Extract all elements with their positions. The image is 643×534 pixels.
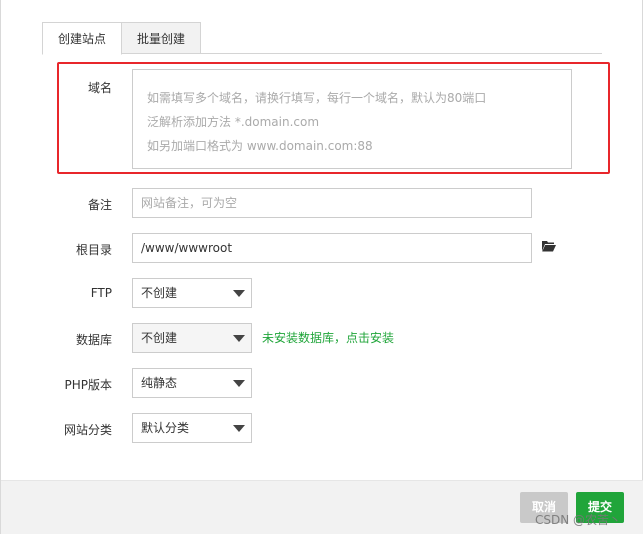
tab-batch-create[interactable]: 批量创建 bbox=[122, 22, 201, 54]
ftp-label: FTP bbox=[90, 286, 112, 300]
ftp-select[interactable]: 不创建 bbox=[132, 278, 252, 308]
chevron-down-icon bbox=[233, 380, 245, 387]
chevron-down-icon bbox=[233, 335, 245, 342]
create-site-dialog: 创建站点 批量创建 域名 如需填写多个域名，请换行填写，每行一个域名，默认为80… bbox=[0, 0, 643, 534]
install-database-link[interactable]: 未安装数据库，点击安装 bbox=[262, 329, 394, 346]
category-selected-value: 默认分类 bbox=[141, 421, 190, 435]
folder-open-icon[interactable] bbox=[542, 240, 556, 252]
remark-label: 备注 bbox=[87, 198, 112, 212]
database-select[interactable]: 不创建 bbox=[132, 323, 252, 353]
database-label: 数据库 bbox=[75, 333, 112, 347]
site-category-label: 网站分类 bbox=[63, 423, 112, 437]
root-dir-label: 根目录 bbox=[75, 243, 112, 257]
tab-create-site[interactable]: 创建站点 bbox=[42, 22, 122, 55]
ftp-selected-value: 不创建 bbox=[141, 286, 178, 300]
php-version-label: PHP版本 bbox=[64, 378, 113, 392]
chevron-down-icon bbox=[233, 425, 245, 432]
php-selected-value: 纯静态 bbox=[141, 376, 178, 390]
remark-input[interactable] bbox=[132, 188, 532, 218]
site-category-select[interactable]: 默认分类 bbox=[132, 413, 252, 443]
root-dir-input[interactable] bbox=[132, 233, 532, 263]
chevron-down-icon bbox=[233, 290, 245, 297]
php-version-select[interactable]: 纯静态 bbox=[132, 368, 252, 398]
tab-bar: 创建站点 批量创建 bbox=[42, 22, 602, 55]
database-selected-value: 不创建 bbox=[141, 331, 178, 345]
domain-highlight-box bbox=[57, 62, 610, 174]
watermark-text: CSDN @农苦丶 bbox=[535, 513, 622, 527]
